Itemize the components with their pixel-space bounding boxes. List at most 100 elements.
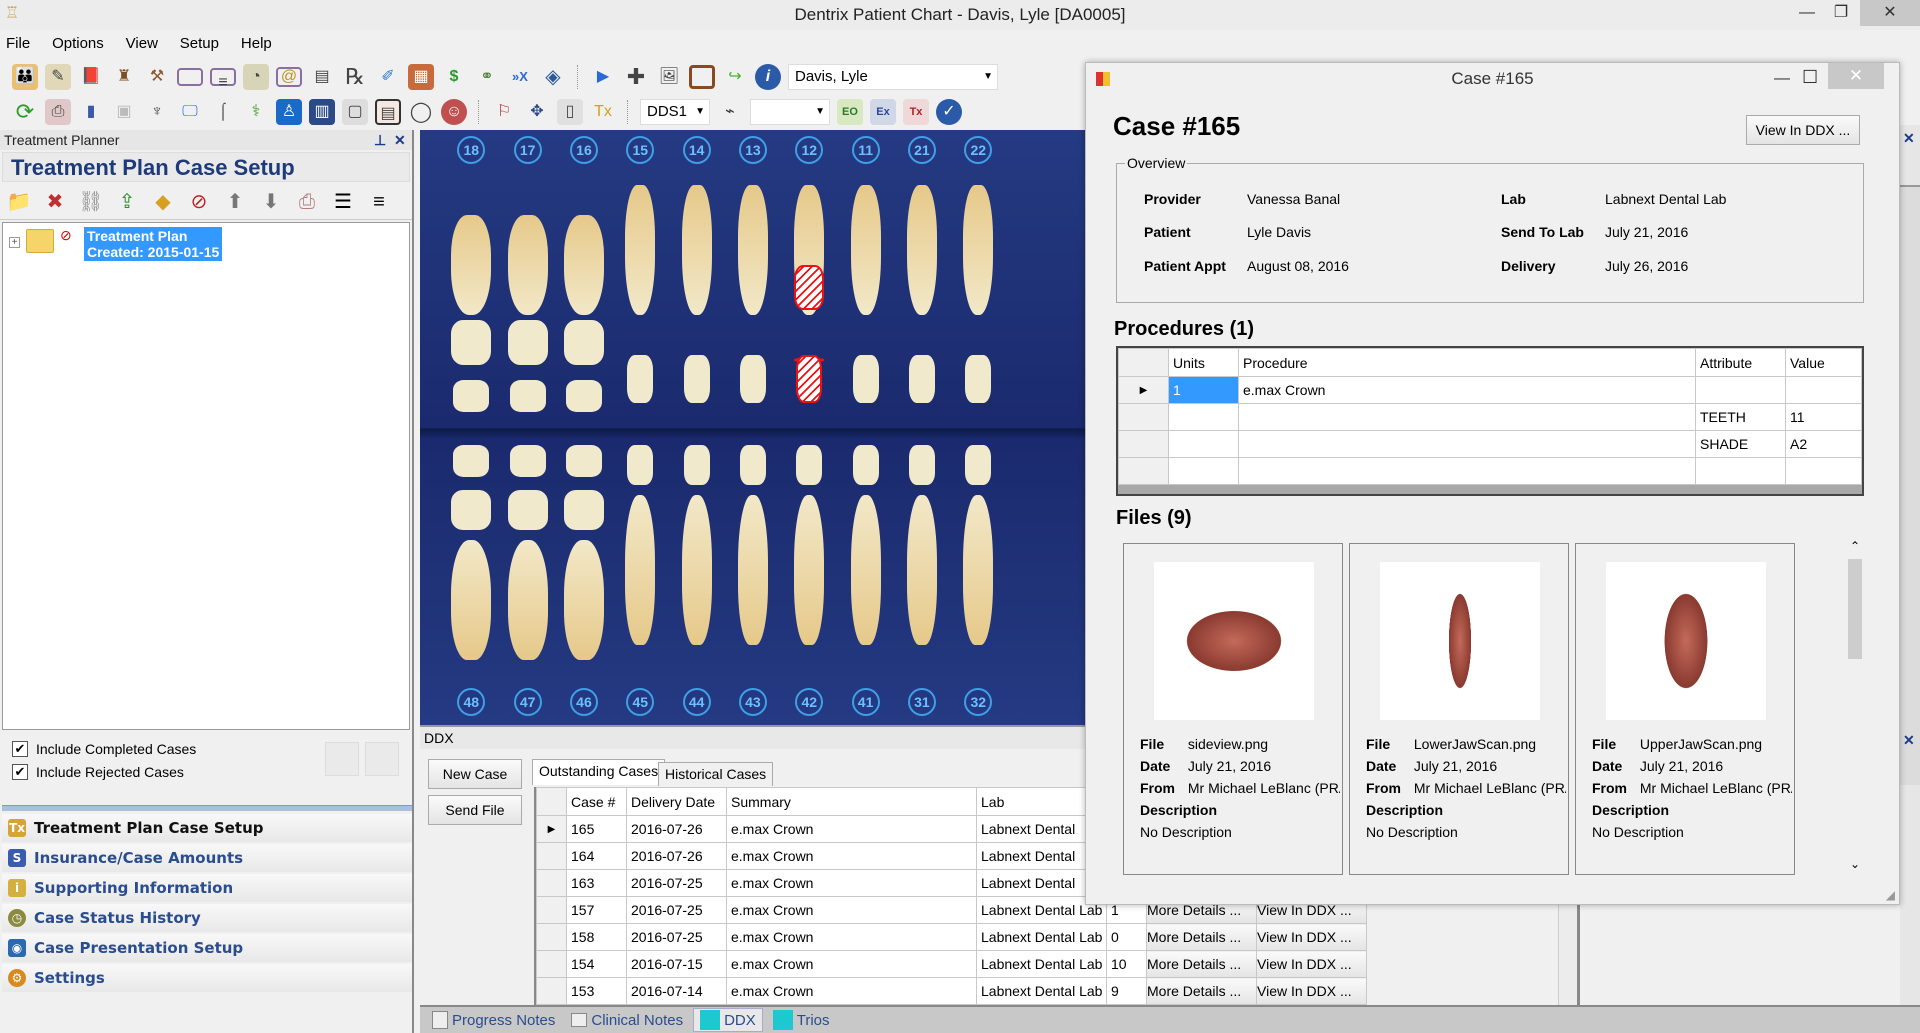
expand-all-icon[interactable]: ☰ <box>330 189 356 215</box>
recycle-tooth-icon[interactable]: ↪ <box>722 64 748 90</box>
resize-grip-icon[interactable]: ◢ <box>1886 888 1895 902</box>
tooth-lower-root[interactable] <box>963 495 994 645</box>
tooth-number-lower[interactable]: 47 <box>513 688 542 716</box>
tab-trios[interactable]: Trios <box>767 1008 836 1032</box>
procedure-cell[interactable] <box>1238 403 1696 431</box>
file-card[interactable]: File sideview.png Date July 21, 2016 Fro… <box>1123 543 1343 875</box>
note-card-icon[interactable]: ≡ <box>210 67 236 91</box>
nav-treatment-plan-case-setup[interactable]: Tx Treatment Plan Case Setup <box>2 814 412 842</box>
info-icon[interactable]: i <box>755 63 781 90</box>
medical-cross-icon[interactable]: ✚ <box>623 64 649 90</box>
provider-select[interactable]: DDS1 ▼ <box>640 98 710 125</box>
tooth-upper-root[interactable] <box>963 185 994 315</box>
row-selector[interactable] <box>1118 457 1169 485</box>
tooth-rotate-icon[interactable]: ♆ <box>144 99 170 125</box>
file-card[interactable]: File UpperJawScan.png Date July 21, 2016… <box>1575 543 1795 875</box>
view-in-ddx-button[interactable]: View In DDX ... <box>1746 115 1860 145</box>
more-details-button[interactable]: More Details ... <box>1146 923 1257 951</box>
tab-clinical-notes[interactable]: Clinical Notes <box>565 1008 689 1032</box>
instrument-icon[interactable]: ⌠ <box>210 99 236 125</box>
tree-node-label[interactable]: Treatment Plan Created: 2015-01-15 <box>84 227 223 261</box>
procedure-row[interactable]: SHADE A2 <box>1118 430 1862 458</box>
value-cell[interactable]: 11 <box>1785 403 1862 431</box>
case-row[interactable]: 154 2016-07-15 e.max Crown Labnext Denta… <box>536 950 1367 978</box>
tooth-upper-incisal[interactable] <box>852 355 879 403</box>
tooth-number-lower[interactable]: 45 <box>626 688 655 716</box>
tooth-image-icon[interactable]: ▥ <box>309 98 335 125</box>
tooth-lower-root[interactable] <box>563 540 604 660</box>
attribute-cell[interactable]: SHADE <box>1695 430 1786 458</box>
row-selector[interactable]: ▶ <box>536 815 567 843</box>
include-rejected-checkbox[interactable]: ✔ Include Rejected Cases <box>12 764 184 780</box>
units-cell[interactable] <box>1168 430 1239 458</box>
tooth-upper-crown-marked[interactable] <box>794 265 825 310</box>
send-file-button[interactable]: Send File <box>428 795 522 825</box>
tooth-lower-occlusal[interactable] <box>507 490 548 530</box>
delete-case-folder-icon[interactable]: ✖ <box>42 189 68 215</box>
move-up-icon[interactable]: ⬆ <box>222 189 248 215</box>
ledger-book-icon[interactable]: 📕 <box>78 64 104 90</box>
tooth-upper-root[interactable] <box>451 215 492 315</box>
row-selector[interactable] <box>536 842 567 870</box>
view-in-ddx-row-button[interactable]: View In DDX ... <box>1256 977 1367 1005</box>
menu-help[interactable]: Help <box>241 35 272 52</box>
glasses-icon[interactable]: ⚭ <box>474 64 500 90</box>
status-select[interactable]: ▼ <box>750 98 830 125</box>
tooth-upper-incisal[interactable] <box>965 355 992 403</box>
menu-file[interactable]: File <box>6 35 30 52</box>
tooth-number-lower[interactable]: 32 <box>964 688 993 716</box>
file-thumbnail[interactable] <box>1606 562 1766 720</box>
prescription-icon[interactable]: ℞ <box>342 64 368 90</box>
menu-setup[interactable]: Setup <box>180 35 219 52</box>
tooth-lower-incisal[interactable] <box>965 445 992 485</box>
tooth-lower-root[interactable] <box>625 495 656 645</box>
col-procedure[interactable]: Procedure <box>1238 348 1696 377</box>
tooth-lower-incisal[interactable] <box>796 445 823 485</box>
tooth-number-lower[interactable]: 41 <box>851 688 880 716</box>
nav-case-status-history[interactable]: ◷ Case Status History <box>2 904 412 932</box>
value-cell[interactable] <box>1785 376 1862 404</box>
print-icon[interactable]: ⎙ <box>294 189 320 215</box>
patient-frame-icon[interactable] <box>689 64 715 89</box>
tooth-number-upper[interactable]: 11 <box>851 136 880 164</box>
perio-icon[interactable]: ⚒ <box>144 64 170 90</box>
ddx-icon[interactable]: »X <box>507 64 533 90</box>
tooth-number-lower[interactable]: 42 <box>795 688 824 716</box>
tooth-number-lower[interactable]: 31 <box>907 688 936 716</box>
row-selector[interactable] <box>1118 430 1169 458</box>
tooth-lower-incisal[interactable] <box>627 445 654 485</box>
col-summary[interactable]: Summary <box>726 787 977 816</box>
tooth-lower-occlusal[interactable] <box>451 490 492 530</box>
tooth-lower-root[interactable] <box>850 495 881 645</box>
tooth-upper-incisal[interactable] <box>796 355 823 403</box>
nav-insurance-case-amounts[interactable]: S Insurance/Case Amounts <box>2 844 412 872</box>
tooth-lower-incisal[interactable] <box>683 445 710 485</box>
tooth-lower-root[interactable] <box>737 495 768 645</box>
folder-up-icon[interactable]: ⇪ <box>114 189 140 215</box>
nav-supporting-information[interactable]: i Supporting Information <box>2 874 412 902</box>
tooth-upper-root[interactable] <box>906 185 937 315</box>
row-selector[interactable] <box>1118 403 1169 431</box>
document-reject-icon[interactable]: ⊘ <box>186 189 212 215</box>
tx-plan-icon[interactable]: Tx <box>590 99 616 125</box>
more-details-button[interactable]: More Details ... <box>1146 950 1257 978</box>
collapse-all-icon[interactable]: ≡ <box>366 189 392 215</box>
tooth-number-upper[interactable]: 13 <box>738 136 767 164</box>
tooth-number-upper[interactable]: 22 <box>964 136 993 164</box>
tooth-upper-occlusal[interactable] <box>451 320 492 365</box>
notes-icon[interactable]: ✎ <box>45 63 71 90</box>
row-selector[interactable] <box>536 923 567 951</box>
value-cell[interactable]: A2 <box>1785 430 1862 458</box>
units-cell[interactable]: 1 <box>1168 376 1239 404</box>
family-file-icon[interactable]: 👪 <box>12 63 38 90</box>
close-dock-icon[interactable]: ✕ <box>1903 130 1915 147</box>
tooth-number-upper[interactable]: 21 <box>907 136 936 164</box>
scanner-icon[interactable]: ⌁ <box>717 99 743 125</box>
tooth-upper-incisal[interactable] <box>739 355 766 403</box>
tooth-number-lower[interactable]: 46 <box>569 688 598 716</box>
file-cabinet-icon[interactable]: ▦ <box>408 63 434 90</box>
tab-outstanding-cases[interactable]: Outstanding Cases <box>532 759 666 785</box>
chart-icon[interactable]: ▮ <box>78 99 104 125</box>
document-center-icon[interactable]: ◔ <box>243 63 269 90</box>
panel-splitter[interactable] <box>2 805 412 811</box>
